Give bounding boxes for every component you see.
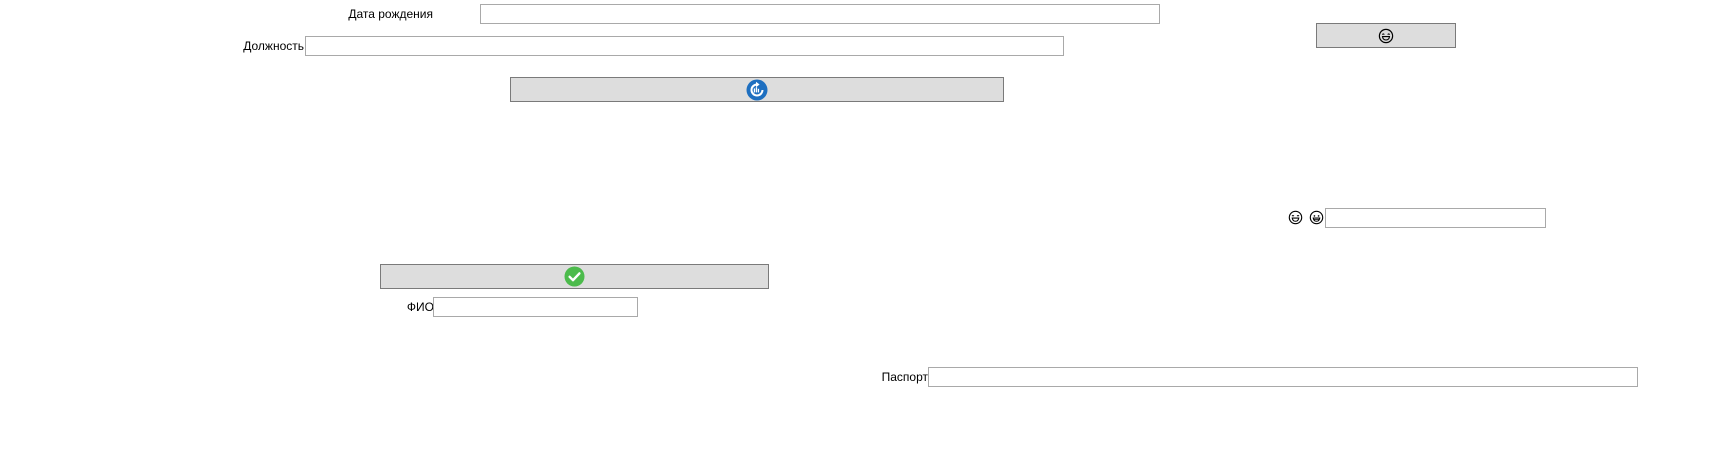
emoji-button[interactable] (1316, 23, 1456, 48)
full-name-input[interactable] (433, 297, 638, 317)
laughing-face-icon (1287, 209, 1303, 225)
birth-date-input[interactable] (480, 4, 1160, 24)
position-input[interactable] (305, 36, 1064, 56)
birth-date-label: Дата рождения (348, 7, 433, 21)
position-label: Должность (243, 39, 304, 53)
refresh-button[interactable] (510, 77, 1004, 102)
confirm-button[interactable] (380, 264, 769, 289)
refresh-icon (746, 79, 768, 101)
grinning-face-icon (1308, 209, 1324, 225)
emoji-input[interactable] (1325, 208, 1546, 228)
passport-label: Паспорт (881, 370, 928, 384)
laughing-face-icon (1378, 28, 1394, 44)
passport-input[interactable] (928, 367, 1638, 387)
full-name-label: ФИО (406, 300, 434, 314)
checkmark-icon (564, 266, 585, 287)
